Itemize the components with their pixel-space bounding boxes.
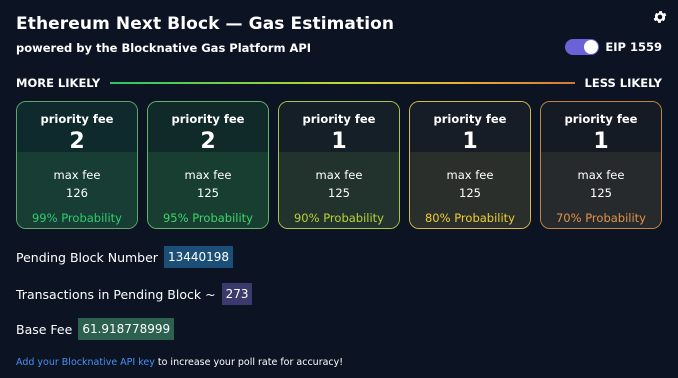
card-bottom: max fee 125 90% Probability bbox=[279, 152, 399, 228]
card-top: priority fee 1 bbox=[410, 102, 530, 154]
max-fee-value: 125 bbox=[328, 186, 350, 200]
max-fee-value: 125 bbox=[459, 186, 481, 200]
priority-fee-value: 2 bbox=[69, 129, 85, 154]
pending-transactions-label: Transactions in Pending Block ~ bbox=[16, 286, 216, 302]
priority-fee-value: 1 bbox=[593, 129, 609, 154]
less-likely-label: LESS LIKELY bbox=[584, 76, 662, 90]
probability-label: 80% Probability bbox=[424, 211, 515, 225]
page-subtitle: powered by the Blocknative Gas Platform … bbox=[16, 41, 312, 55]
max-fee-value: 126 bbox=[66, 186, 88, 200]
estimate-card: priority fee 1 max fee 125 70% Probabili… bbox=[540, 101, 662, 229]
card-bottom: max fee 125 95% Probability bbox=[148, 152, 268, 228]
pending-block-row: Pending Block Number 13440198 bbox=[16, 246, 234, 268]
estimate-card: priority fee 1 max fee 125 80% Probabili… bbox=[409, 101, 531, 229]
probability-label: 90% Probability bbox=[293, 211, 384, 225]
toggle-knob bbox=[584, 40, 599, 54]
max-fee-label: max fee bbox=[315, 168, 363, 182]
pending-block-value: 13440198 bbox=[163, 246, 234, 268]
more-likely-label: MORE LIKELY bbox=[16, 76, 101, 90]
gear-icon[interactable] bbox=[652, 9, 668, 25]
max-fee-label: max fee bbox=[53, 168, 101, 182]
add-api-key-link[interactable]: Add your Blocknative API key bbox=[16, 357, 155, 368]
pending-transactions-value: 273 bbox=[221, 283, 253, 305]
priority-fee-value: 1 bbox=[462, 129, 478, 154]
estimate-card: priority fee 1 max fee 125 90% Probabili… bbox=[278, 101, 400, 229]
page-title: Ethereum Next Block — Gas Estimation bbox=[16, 14, 395, 34]
priority-fee-label: priority fee bbox=[171, 112, 245, 126]
footer-note: Add your Blocknative API key to increase… bbox=[16, 357, 343, 368]
likelihood-gradient-line bbox=[110, 82, 575, 84]
card-top: priority fee 2 bbox=[148, 102, 268, 154]
max-fee-value: 125 bbox=[197, 186, 219, 200]
gas-estimator-panel: Ethereum Next Block — Gas Estimation pow… bbox=[0, 0, 678, 378]
priority-fee-label: priority fee bbox=[302, 112, 376, 126]
card-top: priority fee 1 bbox=[279, 102, 399, 154]
eip1559-toggle[interactable] bbox=[565, 39, 600, 55]
base-fee-label: Base Fee bbox=[16, 321, 73, 337]
probability-label: 70% Probability bbox=[555, 211, 646, 225]
pending-transactions-row: Transactions in Pending Block ~ 273 bbox=[16, 283, 253, 305]
eip1559-toggle-group: EIP 1559 bbox=[565, 39, 662, 55]
max-fee-label: max fee bbox=[577, 168, 625, 182]
priority-fee-value: 2 bbox=[200, 129, 216, 154]
card-bottom: max fee 125 70% Probability bbox=[541, 152, 661, 228]
max-fee-value: 125 bbox=[590, 186, 612, 200]
card-bottom: max fee 125 80% Probability bbox=[410, 152, 530, 228]
base-fee-value: 61.918778999 bbox=[78, 318, 175, 340]
probability-label: 95% Probability bbox=[162, 211, 253, 225]
max-fee-label: max fee bbox=[184, 168, 232, 182]
card-bottom: max fee 126 99% Probability bbox=[17, 152, 137, 228]
estimate-card: priority fee 2 max fee 126 99% Probabili… bbox=[16, 101, 138, 229]
eip1559-label: EIP 1559 bbox=[605, 40, 662, 54]
priority-fee-value: 1 bbox=[331, 129, 347, 154]
pending-block-label: Pending Block Number bbox=[16, 249, 158, 265]
card-top: priority fee 1 bbox=[541, 102, 661, 154]
estimate-card: priority fee 2 max fee 125 95% Probabili… bbox=[147, 101, 269, 229]
footer-text: to increase your poll rate for accuracy! bbox=[154, 357, 344, 368]
priority-fee-label: priority fee bbox=[40, 112, 114, 126]
likelihood-scale: MORE LIKELY LESS LIKELY bbox=[16, 76, 662, 90]
max-fee-label: max fee bbox=[446, 168, 494, 182]
priority-fee-label: priority fee bbox=[564, 112, 638, 126]
card-top: priority fee 2 bbox=[17, 102, 137, 154]
base-fee-row: Base Fee 61.918778999 bbox=[16, 318, 175, 340]
probability-label: 99% Probability bbox=[31, 211, 122, 225]
estimate-cards: priority fee 2 max fee 126 99% Probabili… bbox=[16, 101, 662, 229]
priority-fee-label: priority fee bbox=[433, 112, 507, 126]
